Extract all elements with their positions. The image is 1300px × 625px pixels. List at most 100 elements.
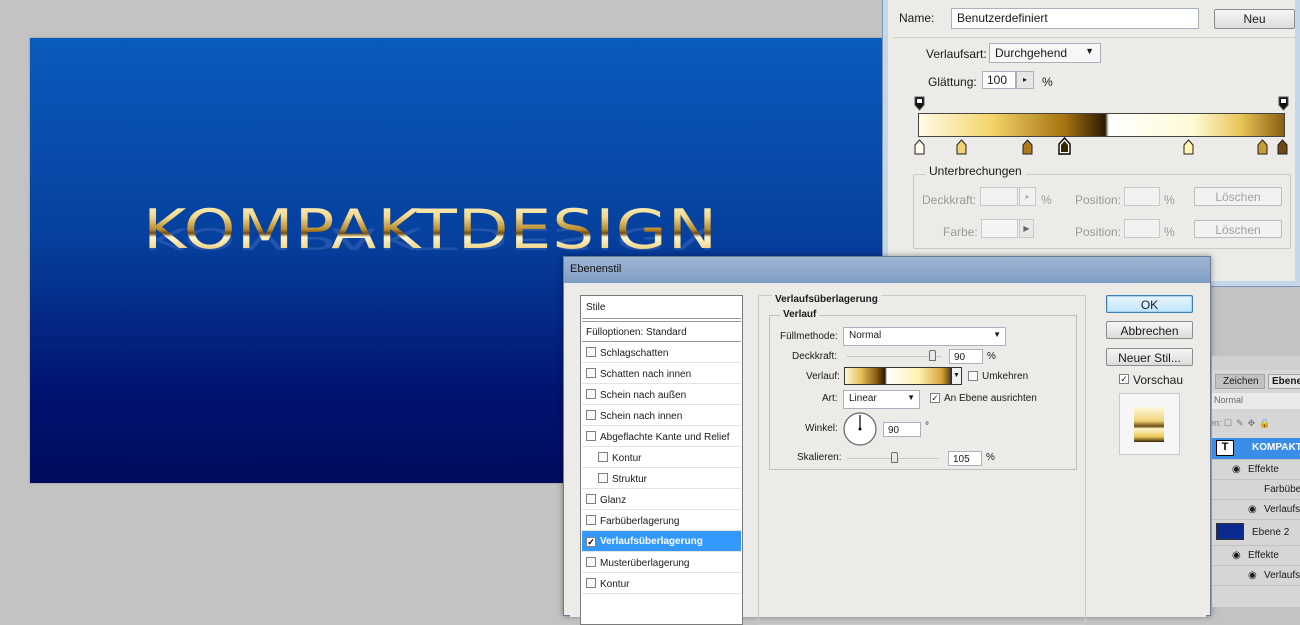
- checkbox[interactable]: [586, 431, 596, 441]
- style-item-label: Farbüberlagerung: [600, 516, 680, 527]
- checkbox[interactable]: [586, 578, 596, 588]
- layer-row-ebene2[interactable]: Ebene 2: [1212, 520, 1300, 546]
- style-item-inner-glow[interactable]: Schein nach innen: [582, 405, 741, 426]
- style-item-gradient-overlay[interactable]: ✓ Verlaufsüberlagerung: [582, 531, 741, 552]
- stop-color-menu[interactable]: ▶: [1019, 219, 1034, 238]
- checkbox[interactable]: [586, 347, 596, 357]
- opacity-stop-right[interactable]: [1278, 96, 1290, 111]
- scale-slider-thumb[interactable]: [891, 452, 899, 463]
- layer-row-text[interactable]: T KOMPAKTDESIGN: [1212, 438, 1300, 460]
- new-style-button[interactable]: Neuer Stil...: [1106, 348, 1193, 366]
- layer-blend-mode[interactable]: Normal: [1212, 393, 1300, 409]
- align-checkbox-checked[interactable]: ✓: [930, 393, 940, 403]
- checkbox[interactable]: [586, 368, 596, 378]
- ok-button[interactable]: OK: [1106, 295, 1193, 313]
- new-gradient-button[interactable]: Neu: [1214, 9, 1295, 29]
- opacity-input[interactable]: 90: [949, 349, 983, 364]
- checkbox[interactable]: [598, 473, 608, 483]
- color-stop-5[interactable]: [1183, 139, 1195, 155]
- color-stop-7[interactable]: [1277, 139, 1289, 155]
- checkbox[interactable]: [598, 452, 608, 462]
- color-stop-4-selected[interactable]: [1058, 137, 1072, 155]
- style-item-drop-shadow[interactable]: Schlagschatten: [582, 342, 741, 363]
- gradient-type-select[interactable]: Durchgehend ▼: [989, 43, 1101, 63]
- style-item-satin[interactable]: Glanz: [582, 489, 741, 510]
- effect-color-overlay-row[interactable]: Farbüberlagerung: [1212, 480, 1300, 500]
- eye-icon[interactable]: ◉: [1248, 570, 1257, 581]
- dialog-title: Ebenenstil: [564, 257, 1210, 283]
- style-item-stroke[interactable]: Kontur: [582, 573, 741, 594]
- align-label: An Ebene ausrichten: [944, 393, 1037, 404]
- cancel-button[interactable]: Abbrechen: [1106, 321, 1193, 339]
- opacity-slider-thumb[interactable]: [928, 350, 936, 361]
- scale-input[interactable]: 105: [948, 451, 982, 466]
- gradient-name-input[interactable]: Benutzerdefiniert: [951, 8, 1199, 29]
- style-item-texture[interactable]: Struktur: [582, 468, 741, 489]
- stop-position-unit: %: [1164, 193, 1175, 207]
- stop-opacity-unit: %: [1041, 193, 1052, 207]
- gradient-style-select[interactable]: Linear ▼: [843, 390, 920, 409]
- opacity-stop-left[interactable]: [914, 96, 926, 111]
- style-item-label: Verlaufsüberlagerung: [600, 536, 703, 547]
- smoothness-input[interactable]: 100: [982, 71, 1016, 89]
- color-stop-2[interactable]: [956, 139, 968, 155]
- color-stop-6[interactable]: [1257, 139, 1269, 155]
- layers-panel: Zeichen Ebenen Normal ren: ☐✎✥🔒 T KOMPAK…: [1211, 356, 1300, 607]
- stops-group-title: Unterbrechungen: [925, 164, 1026, 178]
- checkbox[interactable]: [586, 515, 596, 525]
- opacity-slider-track[interactable]: [847, 356, 942, 357]
- color-stop-1[interactable]: [914, 139, 926, 155]
- stop-opacity-input[interactable]: [980, 187, 1018, 206]
- style-item-bevel-emboss[interactable]: Abgeflachte Kante und Relief: [582, 426, 741, 447]
- style-item-contour-sub[interactable]: Kontur: [582, 447, 741, 468]
- checkbox-checked[interactable]: ✓: [586, 537, 596, 547]
- color-stop-3[interactable]: [1022, 139, 1034, 155]
- preview-checkbox-checked[interactable]: ✓: [1119, 374, 1129, 384]
- stop-color-swatch[interactable]: [981, 219, 1018, 238]
- effect-gradient-overlay-row[interactable]: ◉ Verlaufsüberlagerung: [1212, 500, 1300, 520]
- style-item-pattern-overlay[interactable]: Musterüberlagerung: [582, 552, 741, 573]
- reverse-checkbox[interactable]: [968, 371, 978, 381]
- style-item-label: Schatten nach innen: [600, 369, 692, 380]
- layer-effects-row-2[interactable]: ◉ Effekte: [1212, 546, 1300, 566]
- eye-icon[interactable]: ◉: [1232, 464, 1241, 475]
- gradient-picker[interactable]: [844, 367, 951, 385]
- effect-gradient-overlay-row-2[interactable]: ◉ Verlaufsüberlagerung: [1212, 566, 1300, 586]
- delete-color-stop-button[interactable]: Löschen: [1194, 220, 1282, 238]
- gradient-editor-window: Name: Benutzerdefiniert Neu Verlaufsart:…: [883, 0, 1300, 286]
- blend-mode-select[interactable]: Normal ▼: [843, 327, 1006, 346]
- checkbox[interactable]: [586, 410, 596, 420]
- stop-color-label: Farbe:: [943, 225, 978, 239]
- gradient-preview-bar[interactable]: [918, 113, 1285, 137]
- gradient-type-label: Verlaufsart:: [926, 47, 987, 61]
- blending-options-item[interactable]: Fülloptionen: Standard: [582, 321, 741, 342]
- checkbox[interactable]: [586, 494, 596, 504]
- tab-layers[interactable]: Ebenen: [1268, 374, 1300, 389]
- tab-characters[interactable]: Zeichen: [1215, 374, 1265, 389]
- blend-mode-value: Normal: [849, 330, 882, 341]
- layer-effects-row[interactable]: ◉ Effekte: [1212, 460, 1300, 480]
- angle-input[interactable]: 90: [883, 422, 921, 437]
- eye-icon[interactable]: ◉: [1232, 550, 1241, 561]
- lock-row: ren: ☐✎✥🔒: [1212, 418, 1275, 428]
- style-item-inner-shadow[interactable]: Schatten nach innen: [582, 363, 741, 384]
- style-item-label: Schlagschatten: [600, 348, 669, 359]
- name-label: Name:: [899, 11, 935, 25]
- stop-position-input[interactable]: [1124, 187, 1160, 206]
- styles-list-header[interactable]: Stile: [582, 297, 741, 319]
- stop-position2-input[interactable]: [1124, 219, 1160, 238]
- style-item-color-overlay[interactable]: Farbüberlagerung: [582, 510, 741, 531]
- gradient-picker-dropdown[interactable]: ▼: [951, 367, 962, 385]
- layer-style-dialog: Ebenenstil Stile Fülloptionen: Standard …: [563, 256, 1211, 625]
- eye-icon[interactable]: ◉: [1248, 504, 1257, 515]
- styles-list: Stile Fülloptionen: Standard Schlagschat…: [580, 295, 743, 625]
- angle-dial[interactable]: [842, 411, 878, 447]
- delete-opacity-stop-button[interactable]: Löschen: [1194, 187, 1282, 206]
- smoothness-stepper[interactable]: ▸: [1016, 71, 1034, 89]
- style-item-label: Glanz: [600, 495, 627, 506]
- gradient-label: Verlauf:: [806, 371, 840, 382]
- checkbox[interactable]: [586, 389, 596, 399]
- checkbox[interactable]: [586, 557, 596, 567]
- stop-opacity-stepper[interactable]: ▸: [1019, 187, 1036, 206]
- style-item-outer-glow[interactable]: Schein nach außen: [582, 384, 741, 405]
